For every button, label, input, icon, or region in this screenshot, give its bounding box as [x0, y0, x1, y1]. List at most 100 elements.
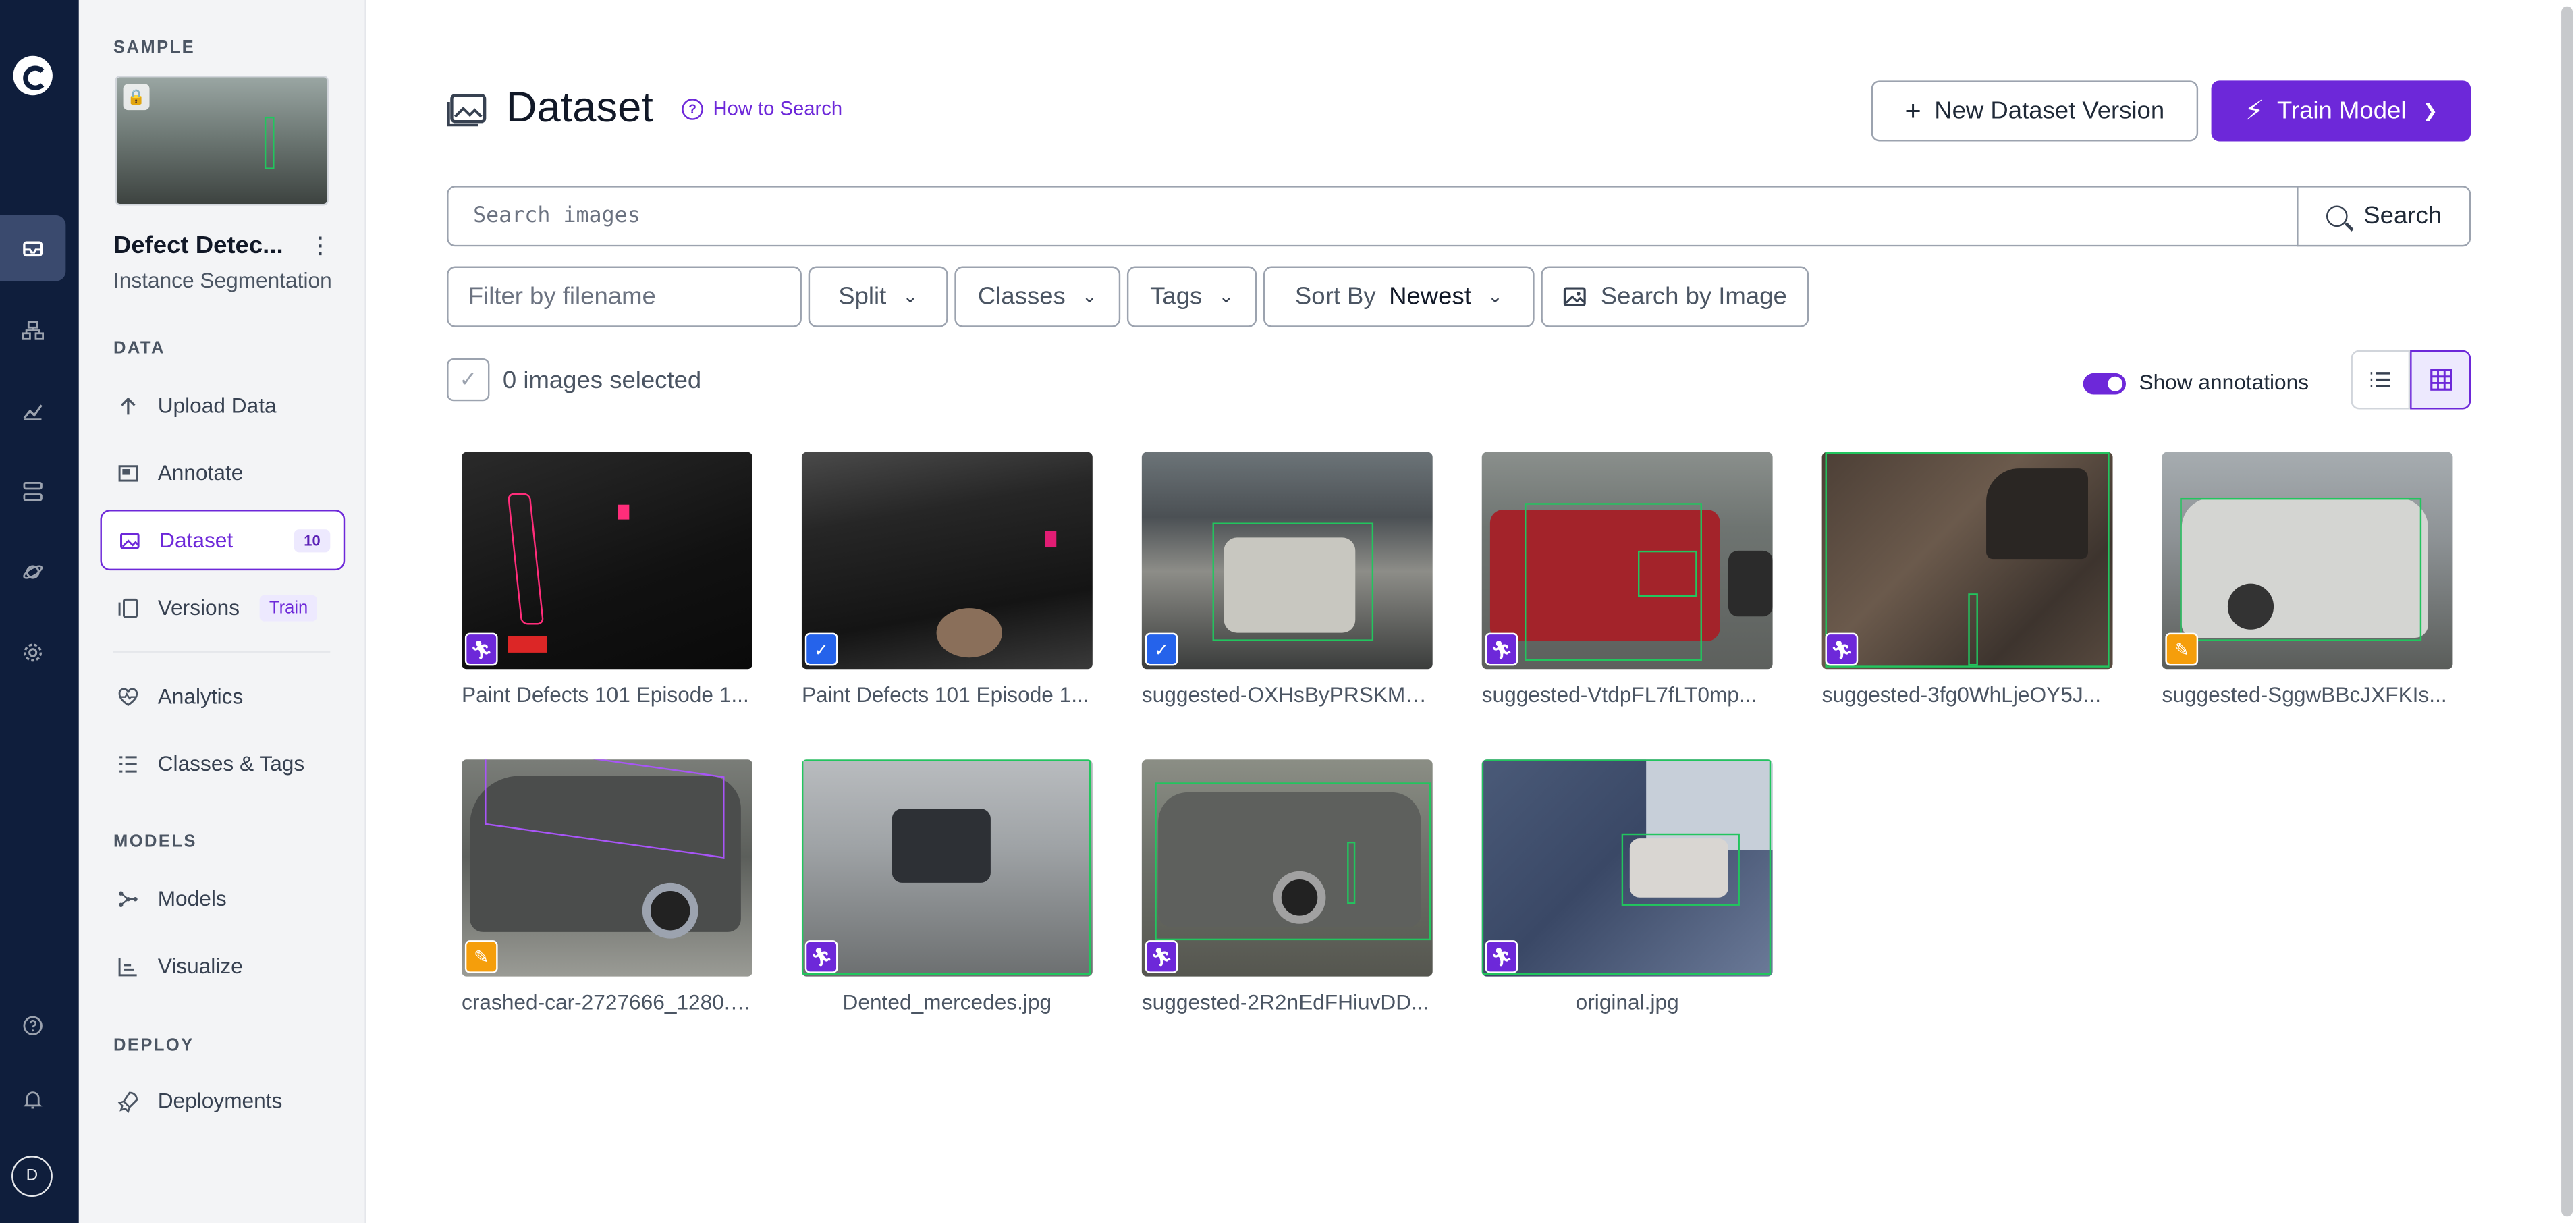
- icon-rail: D: [0, 0, 79, 1223]
- nav-upload-data[interactable]: Upload Data: [100, 375, 345, 435]
- list-view-button[interactable]: [2351, 350, 2411, 410]
- verified-shield-icon: ✓: [1145, 632, 1178, 666]
- plus-icon: +: [1904, 94, 1921, 126]
- roboflow-logo-icon[interactable]: [13, 55, 53, 96]
- pencil-edit-icon: ✎: [2165, 632, 2199, 666]
- notifications-bell-icon[interactable]: [0, 1067, 65, 1133]
- tags-dropdown[interactable]: Tags ⌄: [1126, 266, 1257, 327]
- project-name[interactable]: Defect Detec...: [113, 232, 283, 259]
- image-card[interactable]: 🏃︎ Paint Defects 101 Episode 1...: [462, 452, 752, 707]
- universe-icon[interactable]: [0, 539, 65, 605]
- annotate-badge-icon: 🏃︎: [804, 940, 838, 973]
- data-section-title: DATA: [113, 338, 165, 358]
- nav-dataset[interactable]: Dataset 10: [100, 510, 346, 571]
- nav-label: Models: [157, 886, 227, 911]
- image-card[interactable]: 🏃︎ suggested-VtdpFL7fLT0mp...: [1481, 452, 1773, 707]
- image-card[interactable]: ✓ Paint Defects 101 Episode 1...: [801, 452, 1093, 707]
- show-annotations-toggle[interactable]: [2083, 373, 2126, 395]
- nav-versions[interactable]: Versions Train: [100, 577, 345, 638]
- nav-label: Upload Data: [157, 393, 277, 418]
- dropdown-label: Classes: [977, 282, 1066, 311]
- split-dropdown[interactable]: Split ⌄: [808, 266, 948, 327]
- nav-label: Deployments: [157, 1088, 283, 1113]
- settings-gear-icon[interactable]: [0, 620, 65, 685]
- sort-by-dropdown[interactable]: Sort By Newest ⌄: [1263, 266, 1535, 327]
- image-icon: [1564, 287, 1587, 306]
- classes-dropdown[interactable]: Classes ⌄: [954, 266, 1121, 327]
- button-label: Search by Image: [1600, 282, 1787, 311]
- user-avatar[interactable]: D: [11, 1156, 53, 1197]
- projects-icon[interactable]: [0, 215, 66, 281]
- search-images-input[interactable]: Search images: [447, 186, 2299, 247]
- chevron-down-icon: ⌄: [902, 288, 919, 308]
- new-dataset-version-button[interactable]: + New Dataset Version: [1871, 80, 2199, 142]
- search-icon: [2326, 205, 2347, 227]
- image-thumbnail[interactable]: 🏃︎: [1141, 759, 1433, 977]
- image-filename: Paint Defects 101 Episode 1...: [462, 682, 749, 707]
- page-scrollbar[interactable]: [2561, 6, 2573, 1217]
- chevron-down-icon: ⌄: [1487, 288, 1503, 308]
- grid-view-button[interactable]: [2410, 350, 2471, 410]
- bbox: [264, 116, 275, 169]
- image-thumbnail[interactable]: 🏃︎: [462, 452, 752, 670]
- search-button[interactable]: Search: [2297, 186, 2471, 247]
- help-icon[interactable]: [0, 993, 65, 1058]
- image-filename: suggested-3fg0WhLjeOY5J...: [1821, 682, 2102, 707]
- main-content: Dataset ? How to Search + New Dataset Ve…: [366, 0, 2576, 1223]
- image-card[interactable]: 🏃︎ original.jpg: [1481, 759, 1773, 1014]
- image-thumbnail[interactable]: ✓: [1141, 452, 1433, 670]
- upload-arrow-icon: [121, 396, 136, 414]
- annotate-badge-icon: 🏃︎: [1485, 940, 1518, 973]
- nav-analytics[interactable]: Analytics: [100, 665, 345, 726]
- image-filename: Dented_mercedes.jpg: [842, 989, 1052, 1014]
- project-thumbnail[interactable]: 🔒: [115, 76, 329, 206]
- image-card[interactable]: 🏃︎ suggested-3fg0WhLjeOY5J...: [1821, 452, 2113, 707]
- project-menu-kebab-icon[interactable]: ⋮: [309, 232, 332, 259]
- nav-models[interactable]: Models: [100, 868, 345, 929]
- image-card[interactable]: 🏃︎ Dented_mercedes.jpg: [801, 759, 1093, 1014]
- image-thumbnail[interactable]: 🏃︎: [1821, 452, 2113, 670]
- deployments-rail-icon[interactable]: [0, 459, 65, 524]
- list-view-icon: [2370, 372, 2390, 388]
- sort-value: Newest: [1389, 282, 1471, 311]
- rocket-icon: [117, 1091, 138, 1112]
- image-thumbnail[interactable]: 🏃︎: [801, 759, 1093, 977]
- models-section-title: MODELS: [113, 832, 197, 852]
- image-filename: suggested-2R2nEdFHiuvDD...: [1141, 989, 1429, 1014]
- image-thumbnail[interactable]: ✎: [462, 759, 752, 977]
- annotate-badge-icon: 🏃︎: [1825, 632, 1859, 666]
- select-all-checkbox[interactable]: ✓: [447, 358, 490, 402]
- button-label: Search: [2363, 202, 2442, 230]
- nav-label: Annotate: [157, 460, 244, 485]
- annotate-badge-icon: 🏃︎: [1485, 632, 1518, 666]
- analytics-rail-icon[interactable]: [0, 378, 65, 443]
- image-card[interactable]: ✓ suggested-OXHsByPRSKMx...: [1141, 452, 1433, 707]
- image-thumbnail[interactable]: ✓: [801, 452, 1093, 670]
- lightning-icon: ⚡︎: [2244, 94, 2264, 126]
- image-filename: suggested-SggwBBcJXFKIs...: [2162, 682, 2447, 707]
- train-model-button[interactable]: ⚡︎ Train Model ❯: [2211, 80, 2471, 142]
- models-network-icon: [119, 890, 138, 906]
- image-filename: suggested-VtdpFL7fLT0mp...: [1481, 682, 1757, 707]
- nav-deployments[interactable]: Deployments: [100, 1070, 345, 1131]
- filter-by-filename-input[interactable]: Filter by filename: [447, 266, 802, 327]
- image-thumbnail[interactable]: 🏃︎: [1481, 452, 1773, 670]
- deploy-section-title: DEPLOY: [113, 1035, 194, 1056]
- search-by-image-button[interactable]: Search by Image: [1541, 266, 1809, 327]
- how-to-search-link[interactable]: ? How to Search: [682, 97, 842, 120]
- nav-visualize[interactable]: Visualize: [100, 935, 345, 996]
- nav-classes-tags[interactable]: Classes & Tags: [100, 733, 345, 794]
- chevron-down-icon: ⌄: [1218, 288, 1234, 308]
- image-card[interactable]: ✎ crashed-car-2727666_1280.j...: [462, 759, 752, 1014]
- workflows-icon[interactable]: [0, 298, 65, 363]
- image-card[interactable]: 🏃︎ suggested-2R2nEdFHiuvDD...: [1141, 759, 1433, 1014]
- pencil-edit-icon: ✎: [464, 940, 498, 973]
- nav-label: Dataset: [159, 527, 234, 553]
- image-card[interactable]: ✎ suggested-SggwBBcJXFKIs...: [2162, 452, 2453, 707]
- nav-label: Visualize: [157, 953, 243, 979]
- image-thumbnail[interactable]: 🏃︎: [1481, 759, 1773, 977]
- image-thumbnail[interactable]: ✎: [2162, 452, 2453, 670]
- nav-annotate[interactable]: Annotate: [100, 442, 345, 503]
- verified-shield-icon: ✓: [804, 632, 838, 666]
- image-filename: Paint Defects 101 Episode 1...: [801, 682, 1089, 707]
